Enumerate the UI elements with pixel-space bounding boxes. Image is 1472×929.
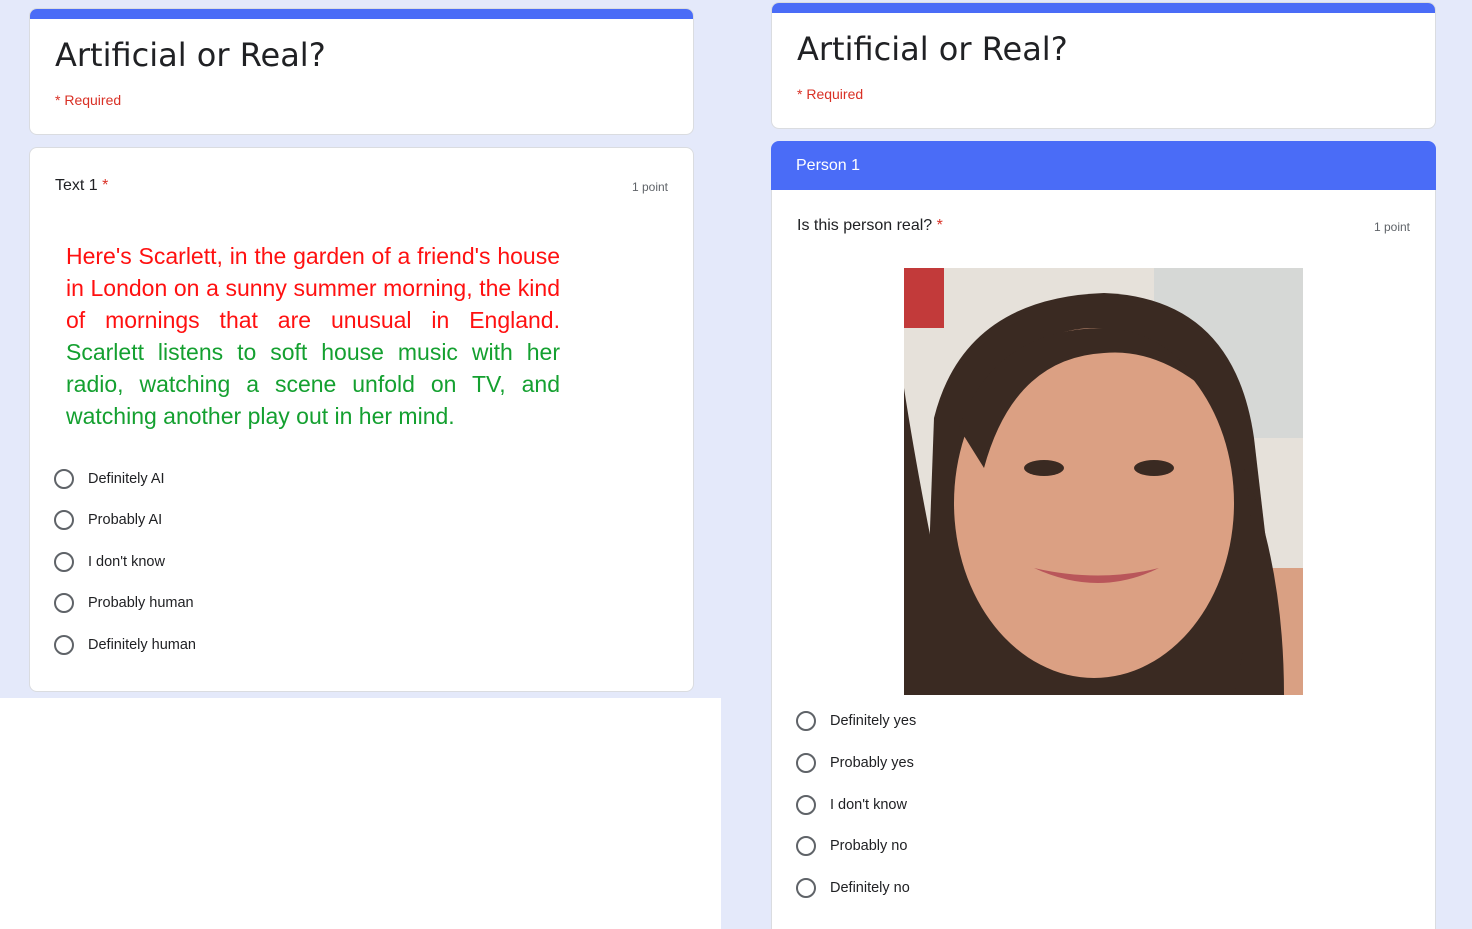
option-label: I don't know [88,554,165,570]
option-label: Definitely human [88,637,196,653]
option-definitely-no[interactable]: Definitely no [796,876,910,900]
required-star: * [936,217,943,234]
section-header: Person 1 [771,141,1436,190]
points-label: 1 point [631,180,668,194]
right-title-card: Artificial or Real? * Required [771,2,1436,129]
radio-circle-icon[interactable] [54,552,74,572]
question-title-text: Is this person real? [797,217,933,234]
option-label: Probably AI [88,512,163,528]
required-note: * Required [55,92,122,108]
option-label: Probably yes [830,755,914,771]
option-probably-yes[interactable]: Probably yes [796,751,914,775]
option-probably-no[interactable]: Probably no [796,834,907,858]
person-photo-illustration [904,268,1303,695]
form-title: Artificial or Real? [55,36,326,74]
text-question-card: Text 1 * 1 point Here's Scarlett, in the… [29,147,694,692]
option-dont-know[interactable]: I don't know [54,550,165,574]
text-passage: Here's Scarlett, in the garden of a frie… [66,240,560,432]
option-definitely-human[interactable]: Definitely human [54,633,196,657]
question-title: Text 1 * [55,177,108,195]
option-definitely-ai[interactable]: Definitely AI [54,467,165,491]
option-probably-ai[interactable]: Probably AI [54,508,162,532]
section-title: Person 1 [796,157,861,174]
required-star: * [102,177,109,194]
option-label: Probably human [88,595,194,611]
title-card-accent [30,9,693,19]
radio-circle-icon[interactable] [796,711,816,731]
radio-circle-icon[interactable] [54,469,74,489]
question-title: Is this person real? * [797,217,943,235]
option-probably-human[interactable]: Probably human [54,591,194,615]
option-label: Definitely AI [88,471,165,487]
form-title: Artificial or Real? [797,30,1068,68]
image-question-card: Is this person real? * 1 point Definitel… [771,190,1436,929]
person-photo [904,268,1303,695]
passage-green-text: Scarlett listens to soft house music wit… [66,339,560,429]
points-label: 1 point [1373,220,1410,234]
option-label: Definitely yes [830,713,917,729]
option-label: Definitely no [830,880,910,896]
option-label: I don't know [830,797,907,813]
radio-circle-icon[interactable] [54,593,74,613]
left-title-card: Artificial or Real? * Required [29,8,694,135]
title-card-accent [772,3,1435,13]
question-title-text: Text 1 [55,177,98,194]
option-definitely-yes[interactable]: Definitely yes [796,709,916,733]
blank-area [0,698,721,929]
passage-red-text: Here's Scarlett, in the garden of a frie… [66,243,560,333]
option-label: Probably no [830,838,908,854]
option-dont-know[interactable]: I don't know [796,793,907,817]
radio-circle-icon[interactable] [54,510,74,530]
radio-circle-icon[interactable] [796,753,816,773]
radio-circle-icon[interactable] [796,878,816,898]
radio-circle-icon[interactable] [796,836,816,856]
required-note: * Required [797,86,864,102]
radio-circle-icon[interactable] [54,635,74,655]
radio-circle-icon[interactable] [796,795,816,815]
